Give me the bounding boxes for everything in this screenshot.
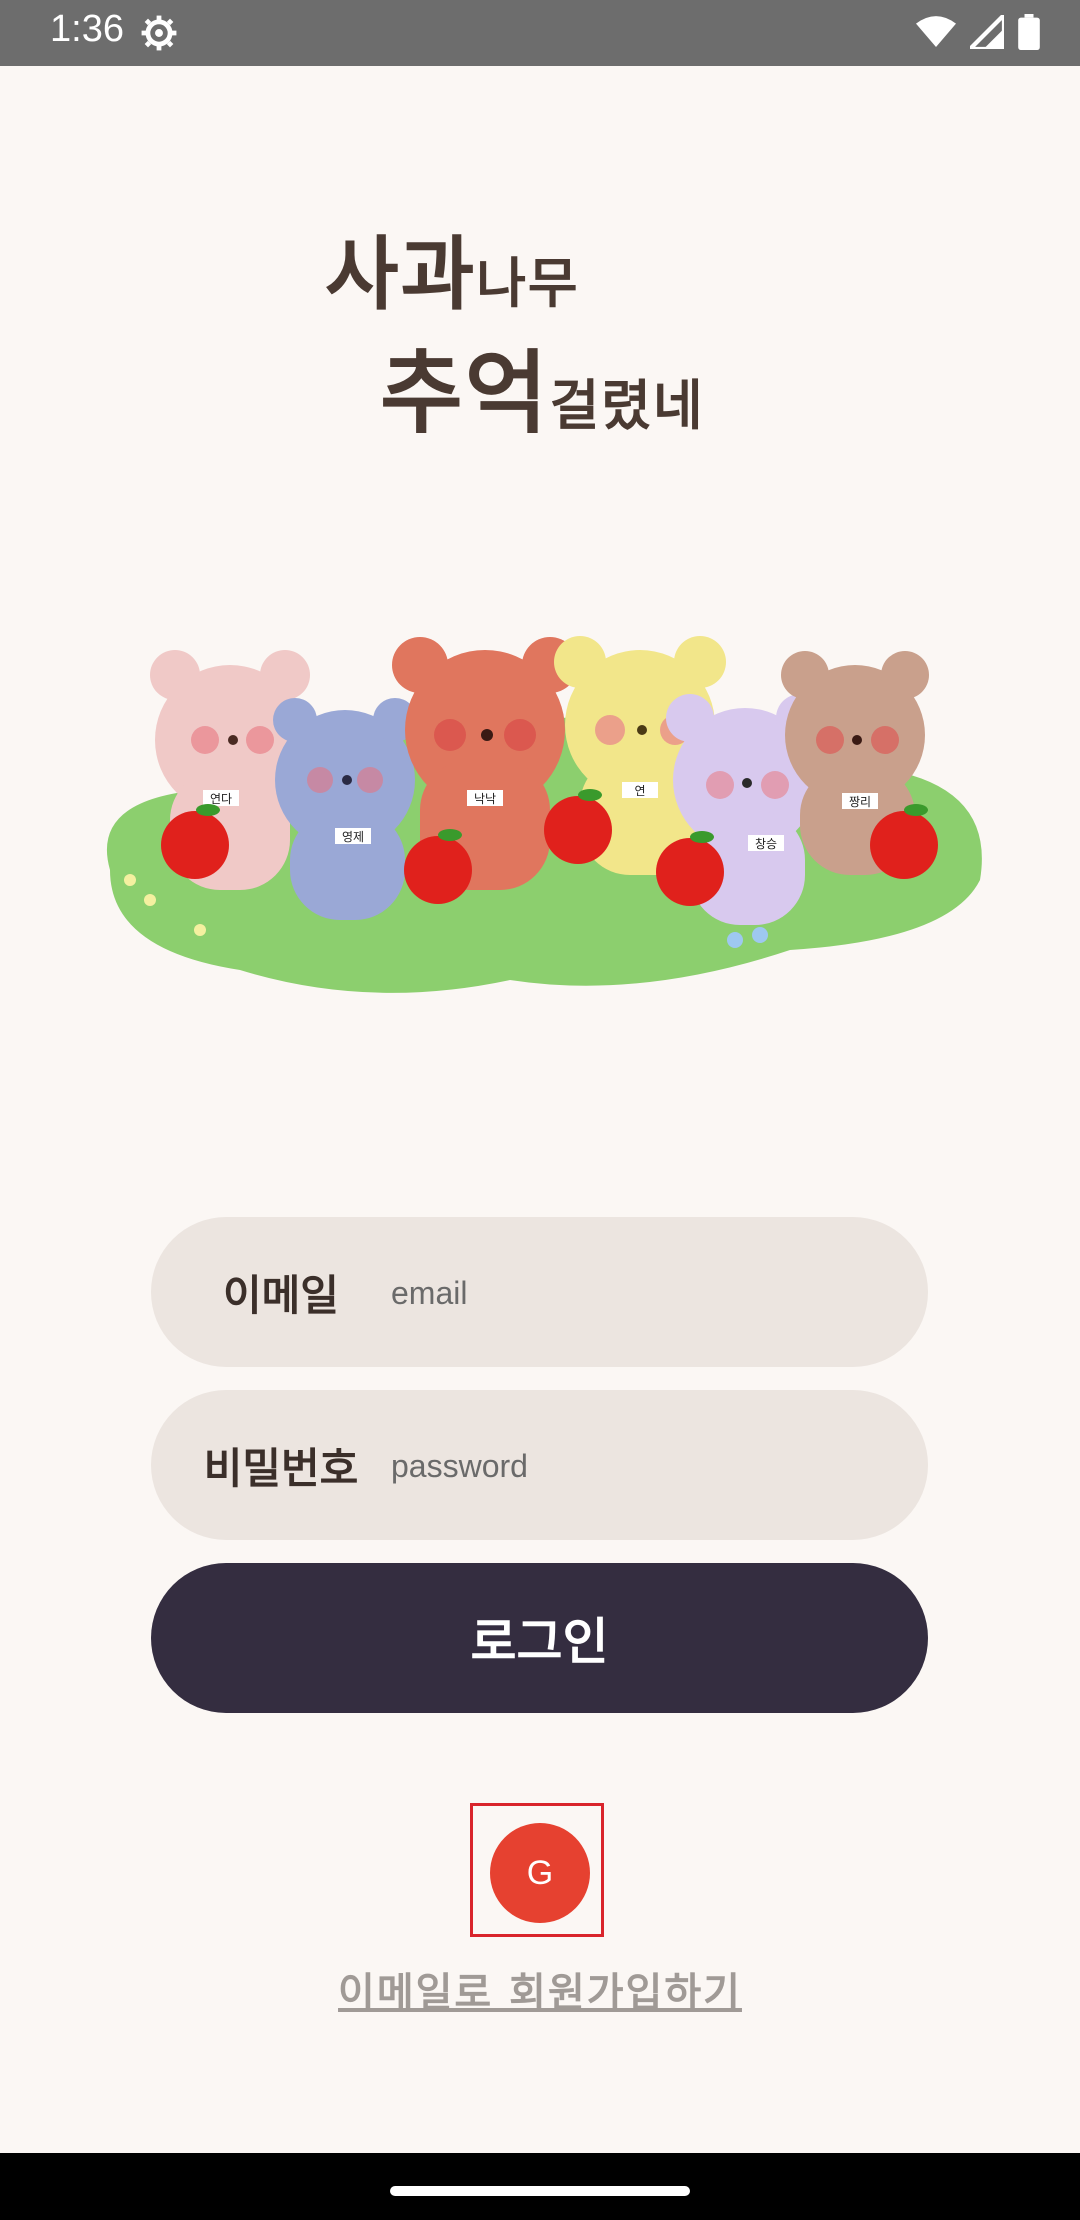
email-field[interactable]: 이메일 bbox=[151, 1217, 928, 1367]
bear-label-1: 연다 bbox=[210, 792, 232, 806]
bear-label-6: 짱리 bbox=[849, 795, 871, 809]
gear-icon bbox=[140, 14, 178, 56]
bear-label-5: 창승 bbox=[755, 837, 777, 851]
google-login-highlight: G bbox=[470, 1803, 604, 1937]
title-line-2-sub: 걸렸네 bbox=[549, 374, 705, 437]
app-title: 사과나무 추억걸렸네 bbox=[0, 210, 1080, 470]
login-button[interactable]: 로그인 bbox=[151, 1563, 928, 1713]
bear-label-4: 연 bbox=[634, 784, 645, 798]
battery-icon bbox=[1018, 14, 1040, 54]
password-input[interactable] bbox=[389, 1430, 893, 1502]
home-handle[interactable] bbox=[390, 2186, 690, 2196]
bear-2: 영제 bbox=[273, 698, 417, 920]
password-label: 비밀번호 bbox=[203, 1443, 359, 1493]
title-line-1-sub: 나무 bbox=[476, 252, 580, 315]
status-bar: 1:36 bbox=[0, 0, 1080, 66]
title-line-1-main: 사과 bbox=[325, 228, 477, 321]
wifi-icon bbox=[916, 15, 956, 53]
signup-link[interactable]: 이메일로 회원가입하기 bbox=[0, 1960, 1080, 2018]
status-time: 1:36 bbox=[50, 8, 124, 50]
google-icon: G bbox=[526, 1853, 554, 1892]
title-line-2-main: 추억 bbox=[380, 341, 550, 446]
bears-illustration: 연다 영제 낙낙 연 창승 짱리 bbox=[90, 620, 990, 1020]
title-line-2: 추억걸렸네 bbox=[380, 320, 705, 450]
password-field[interactable]: 비밀번호 bbox=[151, 1390, 928, 1540]
title-line-1: 사과나무 bbox=[325, 210, 580, 326]
google-login-button[interactable]: G bbox=[490, 1823, 590, 1923]
signal-icon bbox=[964, 9, 1007, 53]
bear-label-3: 낙낙 bbox=[474, 792, 496, 806]
navigation-bar bbox=[0, 2153, 1080, 2220]
email-label: 이메일 bbox=[223, 1270, 339, 1320]
bear-label-2: 영제 bbox=[342, 830, 364, 844]
email-input[interactable] bbox=[389, 1257, 893, 1329]
